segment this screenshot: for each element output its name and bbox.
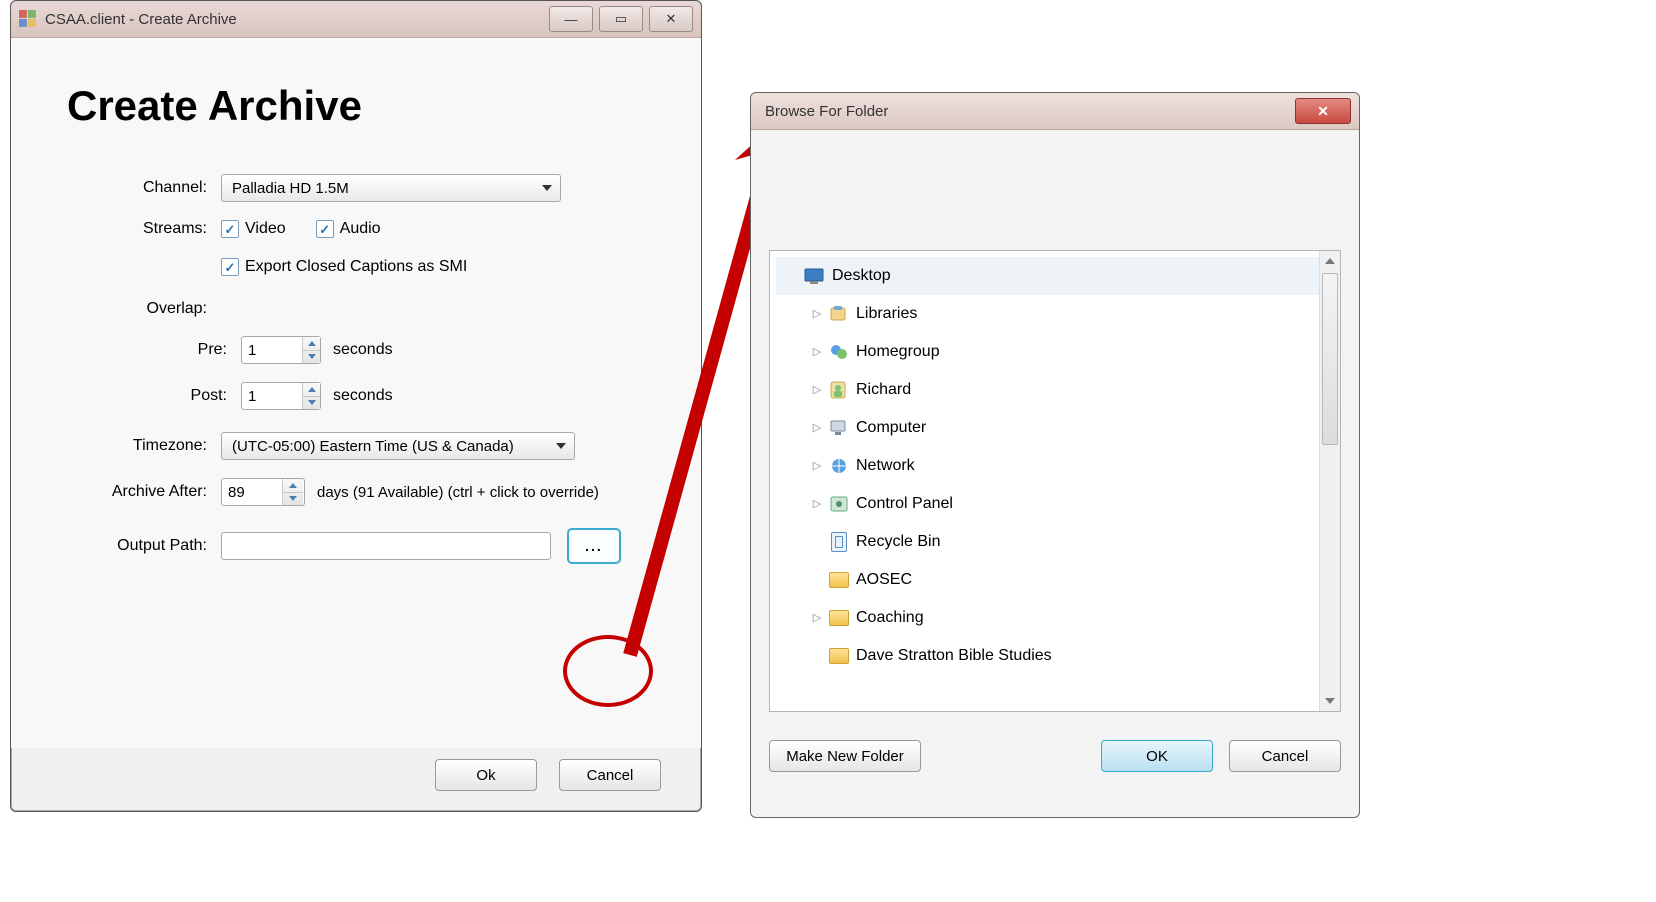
tree-label: Dave Stratton Bible Studies: [856, 637, 1052, 675]
minimize-button[interactable]: —: [549, 6, 593, 32]
channel-value: Palladia HD 1.5M: [232, 180, 349, 197]
tree-label: Homegroup: [856, 333, 940, 371]
page-title: Create Archive: [67, 82, 665, 130]
tree-node[interactable]: ▷ Network: [776, 447, 1340, 485]
expand-icon[interactable]: ▷: [810, 485, 824, 523]
output-path-label: Output Path:: [67, 537, 221, 555]
tree-label: Richard: [856, 371, 911, 409]
closed-captions-checkbox[interactable]: Export Closed Captions as SMI: [221, 258, 467, 276]
make-new-folder-button[interactable]: Make New Folder: [769, 740, 921, 772]
folder-icon: [828, 608, 850, 628]
spin-up[interactable]: [283, 479, 303, 493]
tree-label: Computer: [856, 409, 926, 447]
tree-label: AOSEC: [856, 561, 912, 599]
desktop-icon: [804, 266, 826, 286]
expand-icon[interactable]: ▷: [810, 409, 824, 447]
scroll-up[interactable]: [1320, 251, 1340, 271]
net-icon: [828, 456, 850, 476]
tree-node[interactable]: ▷ Computer: [776, 409, 1340, 447]
archive-after-suffix: days (91 Available) (ctrl + click to ove…: [317, 484, 599, 501]
post-spinner[interactable]: [241, 382, 321, 410]
output-path-input[interactable]: [221, 532, 551, 560]
expand-icon[interactable]: ▷: [810, 447, 824, 485]
app-icon: [19, 10, 37, 28]
archive-after-value[interactable]: [222, 484, 282, 501]
tree-node[interactable]: ▷ Libraries: [776, 295, 1340, 333]
comp-icon: [828, 418, 850, 438]
create-archive-window: CSAA.client - Create Archive — ▭ ✕ Creat…: [10, 0, 702, 812]
window-title: CSAA.client - Create Archive: [45, 11, 549, 28]
spin-up[interactable]: [303, 337, 320, 351]
post-value[interactable]: [242, 388, 302, 405]
titlebar[interactable]: CSAA.client - Create Archive — ▭ ✕: [11, 1, 701, 38]
timezone-label: Timezone:: [67, 437, 221, 455]
tree-label: Libraries: [856, 295, 917, 333]
tree-node[interactable]: Desktop: [776, 257, 1340, 295]
tree-label: Control Panel: [856, 485, 953, 523]
tree-label: Coaching: [856, 599, 924, 637]
tree-node[interactable]: Recycle Bin: [776, 523, 1340, 561]
tree-label: Recycle Bin: [856, 523, 940, 561]
scrollbar[interactable]: [1319, 251, 1340, 711]
archive-after-label: Archive After:: [67, 483, 221, 501]
overlap-label: Overlap:: [67, 300, 221, 318]
pre-spinner[interactable]: [241, 336, 321, 364]
ok-button[interactable]: OK: [1101, 740, 1213, 772]
cancel-button[interactable]: Cancel: [1229, 740, 1341, 772]
channel-label: Channel:: [67, 179, 221, 197]
checkbox-icon: [316, 220, 334, 238]
expand-icon[interactable]: ▷: [810, 295, 824, 333]
user-icon: [828, 380, 850, 400]
tree-label: Network: [856, 447, 915, 485]
tree-node[interactable]: ▷ Homegroup: [776, 333, 1340, 371]
pre-value[interactable]: [242, 342, 302, 359]
chevron-down-icon: [542, 185, 552, 191]
chevron-down-icon: [556, 443, 566, 449]
tree-node[interactable]: Dave Stratton Bible Studies: [776, 637, 1340, 675]
window-title: Browse For Folder: [759, 103, 1295, 120]
scroll-thumb[interactable]: [1322, 273, 1338, 445]
expand-icon[interactable]: ▷: [810, 371, 824, 409]
timezone-value: (UTC-05:00) Eastern Time (US & Canada): [232, 438, 514, 455]
titlebar[interactable]: Browse For Folder ✕: [751, 93, 1359, 130]
timezone-select[interactable]: (UTC-05:00) Eastern Time (US & Canada): [221, 432, 575, 460]
cpl-icon: [828, 494, 850, 514]
tree-node[interactable]: ▷ Richard: [776, 371, 1340, 409]
expand-icon[interactable]: ▷: [810, 333, 824, 371]
browse-folder-window: Browse For Folder ✕ Desktop▷Libraries▷Ho…: [750, 92, 1360, 818]
scroll-down[interactable]: [1320, 691, 1340, 711]
close-button[interactable]: ✕: [649, 6, 693, 32]
close-button[interactable]: ✕: [1295, 98, 1351, 124]
tree-node[interactable]: AOSEC: [776, 561, 1340, 599]
tree-label: Desktop: [832, 257, 891, 295]
audio-checkbox[interactable]: Audio: [316, 220, 381, 238]
video-checkbox[interactable]: Video: [221, 220, 286, 238]
streams-label: Streams:: [67, 220, 221, 238]
spin-down[interactable]: [283, 493, 303, 506]
lib-icon: [828, 304, 850, 324]
spin-down[interactable]: [303, 397, 320, 410]
tree-node[interactable]: ▷ Control Panel: [776, 485, 1340, 523]
channel-select[interactable]: Palladia HD 1.5M: [221, 174, 561, 202]
tree-node[interactable]: ▷ Coaching: [776, 599, 1340, 637]
folder-icon: [828, 570, 850, 590]
browse-button[interactable]: ...: [567, 528, 621, 564]
pre-label: Pre:: [67, 341, 241, 359]
folder-tree[interactable]: Desktop▷Libraries▷Homegroup▷Richard▷Comp…: [769, 250, 1341, 712]
cancel-button[interactable]: Cancel: [559, 759, 661, 791]
seconds-label: seconds: [333, 387, 393, 405]
spin-down[interactable]: [303, 351, 320, 364]
checkbox-icon: [221, 258, 239, 276]
seconds-label: seconds: [333, 341, 393, 359]
recycle-icon: [828, 532, 850, 552]
post-label: Post:: [67, 387, 241, 405]
checkbox-icon: [221, 220, 239, 238]
archive-after-spinner[interactable]: [221, 478, 305, 506]
spin-up[interactable]: [303, 383, 320, 397]
ok-button[interactable]: Ok: [435, 759, 537, 791]
home-icon: [828, 342, 850, 362]
folder-icon: [828, 646, 850, 666]
expand-icon[interactable]: ▷: [810, 599, 824, 637]
maximize-button[interactable]: ▭: [599, 6, 643, 32]
